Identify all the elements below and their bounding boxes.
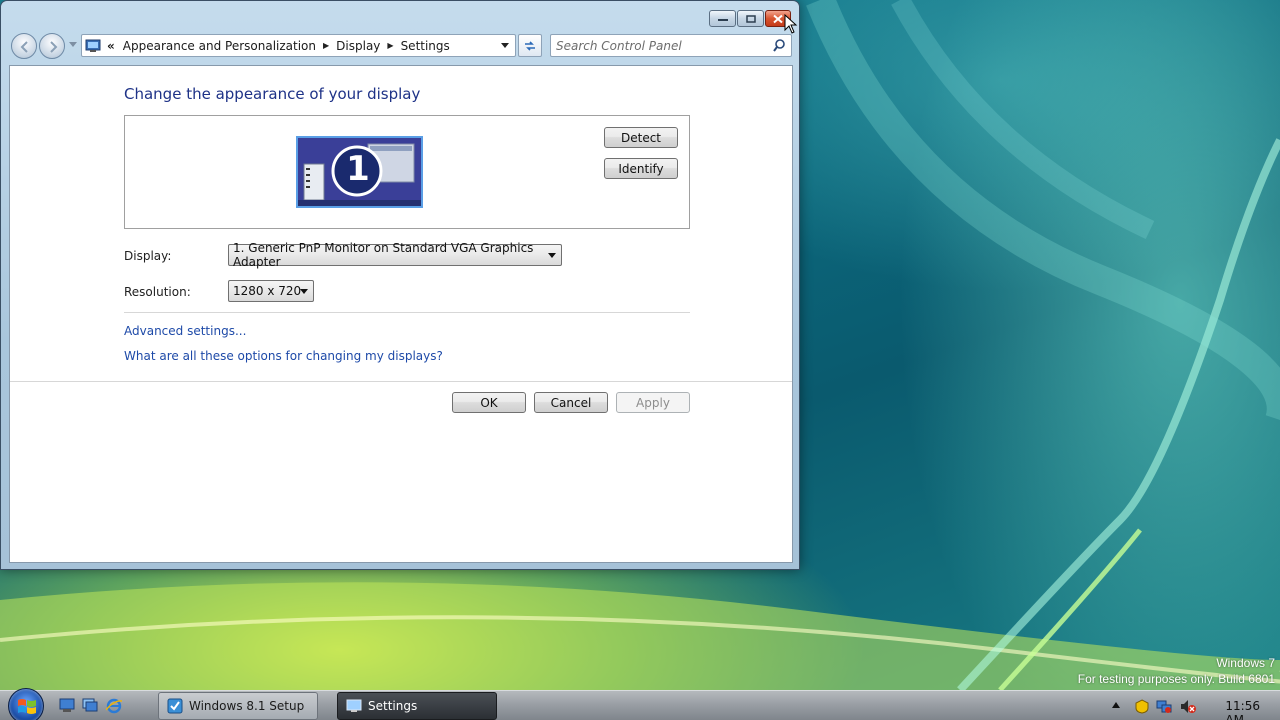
taskbar-item-settings[interactable]: Settings xyxy=(337,692,497,720)
volume-muted-icon[interactable] xyxy=(1180,699,1196,714)
internet-explorer-icon[interactable] xyxy=(106,698,122,714)
show-desktop-icon[interactable] xyxy=(59,698,75,713)
taskbar: Windows 8.1 Setup Settings 11:56 AM xyxy=(0,688,1280,720)
search-input[interactable] xyxy=(551,35,761,56)
monitor-arrangement-area: 1 Detect Identify xyxy=(124,115,690,229)
forward-button[interactable] xyxy=(39,33,65,59)
resolution-select-value: 1280 x 720 xyxy=(233,284,302,298)
breadcrumb-overflow[interactable]: « xyxy=(107,39,115,53)
windows-logo-icon xyxy=(18,699,36,714)
display-settings-window: « Appearance and Personalization ▶ Displ… xyxy=(0,0,800,570)
switch-windows-icon[interactable] xyxy=(82,698,98,713)
monitor-number: 1 xyxy=(346,149,370,189)
help-link[interactable]: What are all these options for changing … xyxy=(124,349,443,363)
identify-button[interactable]: Identify xyxy=(604,158,678,179)
minimize-icon xyxy=(717,18,728,21)
maximize-icon xyxy=(745,14,756,23)
cancel-button[interactable]: Cancel xyxy=(534,392,608,413)
detect-button[interactable]: Detect xyxy=(604,127,678,148)
start-button[interactable] xyxy=(8,688,44,720)
close-icon xyxy=(773,14,783,23)
action-center-icon[interactable] xyxy=(1135,699,1149,714)
maximize-button[interactable] xyxy=(737,10,764,27)
display-label: Display: xyxy=(124,249,172,263)
breadcrumb-separator-icon[interactable]: ▶ xyxy=(387,41,393,50)
content-pane: Change the appearance of your display 1 xyxy=(9,65,793,563)
caption-buttons xyxy=(708,10,791,27)
mouse-cursor-icon xyxy=(784,14,798,34)
search-box[interactable] xyxy=(550,34,792,57)
chevron-down-icon xyxy=(548,253,556,258)
breadcrumb-item-display[interactable]: Display xyxy=(336,39,380,53)
breadcrumb-separator-icon[interactable]: ▶ xyxy=(323,41,329,50)
watermark-build: For testing purposes only. Build 6801 xyxy=(1077,672,1275,686)
navigation-bar: « Appearance and Personalization ▶ Displ… xyxy=(9,32,793,59)
watermark-title: Windows 7 xyxy=(1216,656,1275,670)
system-clock[interactable]: 11:56 AM xyxy=(1225,699,1260,720)
refresh-button[interactable] xyxy=(518,34,542,57)
back-button[interactable] xyxy=(11,33,37,59)
breadcrumb-item-settings[interactable]: Settings xyxy=(401,39,450,53)
taskbar-item-label: Settings xyxy=(368,699,418,713)
footer-divider xyxy=(10,381,792,382)
search-icon[interactable] xyxy=(773,39,786,52)
address-bar[interactable]: « Appearance and Personalization ▶ Displ… xyxy=(81,34,516,57)
back-arrow-icon xyxy=(20,41,28,53)
monitor-1-tile[interactable]: 1 xyxy=(296,136,423,208)
apply-button[interactable]: Apply xyxy=(616,392,690,413)
ok-button[interactable]: OK xyxy=(452,392,526,413)
taskbar-item-setup[interactable]: Windows 8.1 Setup xyxy=(158,692,318,720)
divider xyxy=(124,312,690,313)
taskbar-item-label: Windows 8.1 Setup xyxy=(189,699,305,713)
resolution-label: Resolution: xyxy=(124,285,191,299)
control-panel-icon xyxy=(85,39,101,52)
network-icon[interactable] xyxy=(1156,699,1172,714)
refresh-icon xyxy=(525,41,535,51)
address-dropdown-icon[interactable] xyxy=(501,43,509,48)
breadcrumb-item-appearance[interactable]: Appearance and Personalization xyxy=(123,39,316,53)
advanced-settings-link[interactable]: Advanced settings... xyxy=(124,324,246,338)
forward-arrow-icon xyxy=(50,41,58,53)
display-select[interactable]: 1. Generic PnP Monitor on Standard VGA G… xyxy=(228,241,562,269)
display-select-value: 1. Generic PnP Monitor on Standard VGA G… xyxy=(233,241,534,269)
build-watermark: Windows 7 For testing purposes only. Bui… xyxy=(1078,655,1275,687)
recent-pages-dropdown-icon[interactable] xyxy=(69,42,77,47)
monitor-icon xyxy=(346,699,362,712)
resolution-select[interactable]: 1280 x 720 xyxy=(228,280,314,302)
setup-icon xyxy=(167,698,183,714)
chevron-down-icon xyxy=(300,289,308,294)
page-title: Change the appearance of your display xyxy=(124,85,421,103)
show-hidden-icons-icon[interactable] xyxy=(1112,702,1120,708)
minimize-button[interactable] xyxy=(709,10,736,27)
